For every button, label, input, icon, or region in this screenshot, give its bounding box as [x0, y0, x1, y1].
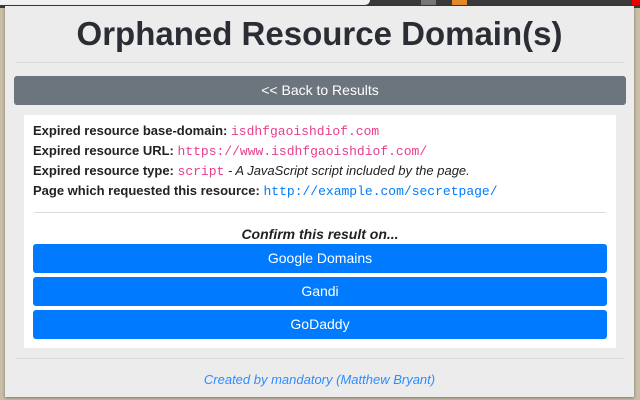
google-domains-button[interactable]: Google Domains — [33, 244, 607, 273]
footer-credit-link[interactable]: Created by mandatory (Matthew Bryant) — [5, 372, 634, 387]
type-value: script — [177, 164, 225, 179]
back-to-results-button[interactable]: << Back to Results — [14, 76, 626, 105]
base-domain-label: Expired resource base-domain: — [33, 123, 228, 138]
extension-popup: Orphaned Resource Domain(s) << Back to R… — [5, 6, 634, 397]
result-card: Expired resource base-domain: isdhfgaois… — [24, 115, 616, 348]
divider — [34, 212, 606, 213]
extension-badge[interactable] — [452, 0, 467, 5]
page-link[interactable]: http://example.com/secretpage/ — [263, 184, 497, 199]
page-label: Page which requested this resource: — [33, 183, 260, 198]
extension-badge[interactable] — [421, 0, 436, 5]
resource-info: Expired resource base-domain: isdhfgaois… — [33, 121, 498, 201]
type-description: - A JavaScript script included by the pa… — [224, 163, 470, 178]
divider — [15, 62, 624, 63]
address-bar[interactable] — [0, 0, 370, 5]
divider — [15, 358, 624, 359]
extension-badge[interactable] — [632, 0, 640, 5]
godaddy-button[interactable]: GoDaddy — [33, 310, 607, 339]
page-title: Orphaned Resource Domain(s) — [76, 15, 563, 52]
url-label: Expired resource URL: — [33, 143, 174, 158]
gandi-button[interactable]: Gandi — [33, 277, 607, 306]
type-label: Expired resource type: — [33, 163, 174, 178]
confirm-label: Confirm this result on... — [241, 226, 399, 242]
url-value: https://www.isdhfgaoishdiof.com/ — [177, 144, 428, 159]
base-domain-value: isdhfgaoishdiof.com — [230, 124, 380, 139]
